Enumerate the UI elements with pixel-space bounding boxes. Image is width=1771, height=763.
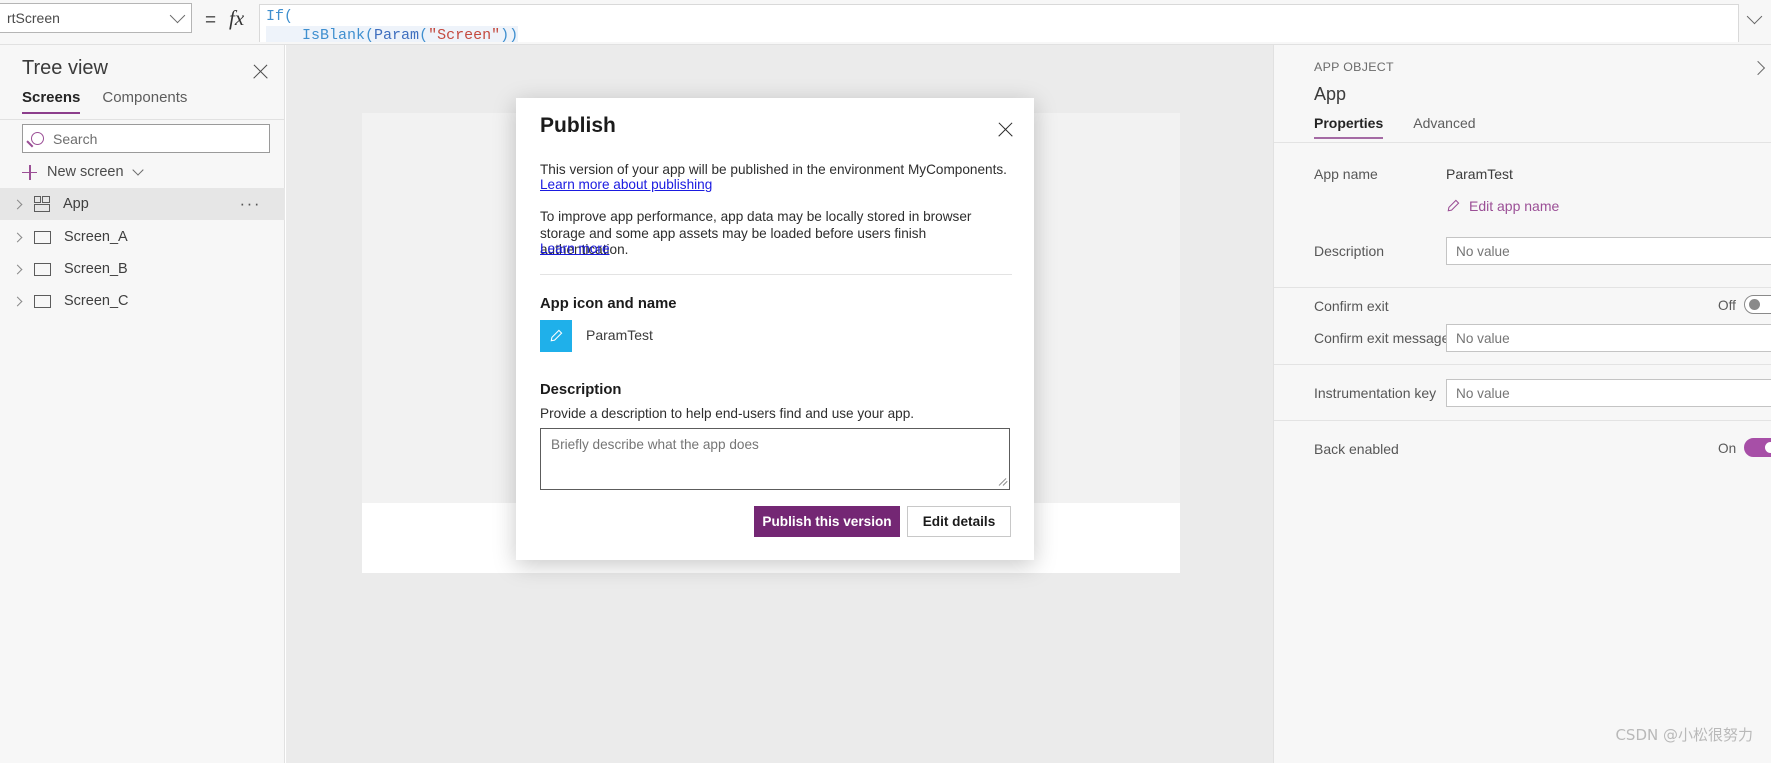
chevron-down-icon — [131, 164, 144, 176]
more-options-icon[interactable]: ··· — [240, 195, 261, 212]
formula-token-isblank: IsBlank — [302, 27, 366, 42]
formula-indent-dots — [266, 27, 302, 42]
property-label: Back enabled — [1314, 441, 1399, 457]
watermark: CSDN @小松很努力 — [1615, 726, 1753, 744]
formula-bar-collapse-icon[interactable] — [1747, 8, 1763, 24]
tree-item-label: Screen_B — [64, 261, 128, 277]
edit-app-name-link[interactable]: Edit app name — [1446, 198, 1559, 214]
panel-collapse-icon[interactable] — [1751, 61, 1765, 75]
property-label: Instrumentation key — [1314, 385, 1437, 401]
screen-icon — [34, 294, 51, 308]
chevron-right-icon[interactable] — [12, 296, 23, 306]
toggle-state-label: Off — [1718, 298, 1736, 313]
close-icon[interactable] — [252, 63, 270, 81]
back-enabled-toggle[interactable] — [1744, 438, 1771, 457]
tab-components[interactable]: Components — [102, 89, 187, 114]
app-name-text: ParamTest — [586, 327, 653, 343]
confirm-exit-message-field[interactable]: No value — [1446, 324, 1771, 352]
tree-item-screen-b[interactable]: Screen_B — [0, 253, 285, 285]
property-row-confirm-exit-message: Confirm exit message No value — [1274, 321, 1771, 359]
description-field[interactable]: No value — [1446, 237, 1771, 265]
screen-icon — [34, 262, 51, 276]
description-heading: Description — [540, 382, 622, 398]
tree-item-label: Screen_C — [64, 293, 129, 309]
app-icon-and-name-heading: App icon and name — [540, 296, 677, 312]
properties-panel: APP OBJECT ? App Properties Advanced App… — [1273, 45, 1771, 763]
chevron-right-icon[interactable] — [12, 264, 23, 274]
toggle-state-label: On — [1718, 441, 1737, 456]
property-row-description: Description No value — [1274, 234, 1771, 272]
formula-token-string: "Screen" — [428, 27, 501, 42]
tree-view-tab-divider — [0, 119, 285, 120]
tree-view-panel: Tree view Screens Components Search New … — [0, 45, 285, 763]
new-screen-label: New screen — [47, 164, 124, 180]
learn-more-link[interactable]: Learn more — [540, 241, 610, 256]
property-row-edit-app-name: Edit app name — [1274, 190, 1771, 228]
learn-more-about-publishing-link[interactable]: Learn more about publishing — [540, 177, 712, 192]
formula-token-if: If( — [266, 8, 294, 25]
properties-group-back-enabled: Back enabled On — [1274, 422, 1771, 474]
chevron-right-icon[interactable] — [12, 199, 23, 209]
properties-group-confirm-exit: Confirm exit Off Confirm exit message No… — [1274, 289, 1771, 365]
new-screen-button[interactable]: New screen — [22, 158, 144, 186]
formula-token-param: Param — [374, 27, 420, 42]
edit-details-button[interactable]: Edit details — [907, 506, 1011, 537]
tree-item-label: App — [63, 196, 89, 212]
property-value: ParamTest — [1446, 166, 1513, 182]
properties-group-identity: App name ParamTest Edit app name Descrip… — [1274, 143, 1771, 288]
tree-view-tabs: Screens Components — [22, 89, 187, 114]
properties-group-instrumentation: Instrumentation key No value — [1274, 366, 1771, 421]
fx-icon: fx — [229, 6, 245, 30]
publish-dialog: Publish This version of your app will be… — [516, 98, 1034, 560]
chevron-down-icon — [169, 7, 186, 24]
edit-app-name-label: Edit app name — [1469, 198, 1560, 214]
formula-bar: rtScreen = fx If( IsBlank(Param("Screen"… — [0, 0, 1771, 45]
instrumentation-key-field[interactable]: No value — [1446, 379, 1771, 407]
chevron-right-icon[interactable] — [12, 232, 23, 242]
description-subtitle: Provide a description to help end-users … — [540, 406, 915, 421]
pencil-icon — [550, 329, 563, 342]
app-object-name: App — [1314, 84, 1347, 104]
formula-token-paren-open: ( — [365, 27, 375, 42]
tab-screens[interactable]: Screens — [22, 89, 81, 114]
property-selector-value: rtScreen — [7, 10, 60, 26]
formula-input[interactable]: If( IsBlank(Param("Screen")) — [259, 4, 1739, 42]
tree-item-label: Screen_A — [64, 229, 128, 245]
dialog-title: Publish — [540, 114, 616, 137]
search-input[interactable]: Search — [22, 124, 270, 153]
description-textarea[interactable] — [540, 428, 1010, 490]
tree-item-screen-c[interactable]: Screen_C — [0, 285, 285, 317]
property-label: Description — [1314, 243, 1385, 259]
property-selector-dropdown[interactable]: rtScreen — [0, 3, 192, 33]
formula-token-paren-open2: ( — [419, 27, 429, 42]
formula-token-paren-close: )) — [500, 27, 519, 42]
tree-view-title: Tree view — [22, 57, 108, 79]
dialog-divider — [540, 274, 1012, 275]
app-grid-icon — [34, 196, 50, 212]
property-row-instrumentation-key: Instrumentation key No value — [1274, 376, 1771, 414]
property-row-back-enabled: Back enabled On — [1274, 432, 1771, 470]
equals-sign: = — [205, 10, 217, 31]
tree-item-app[interactable]: App ··· — [0, 188, 285, 220]
confirm-exit-toggle[interactable] — [1744, 295, 1771, 314]
search-placeholder: Search — [53, 130, 98, 147]
tree-item-screen-a[interactable]: Screen_A — [0, 221, 285, 253]
publish-this-version-button[interactable]: Publish this version — [754, 506, 900, 537]
close-icon[interactable] — [997, 121, 1014, 138]
app-icon[interactable] — [540, 320, 572, 352]
pencil-icon — [1447, 199, 1460, 212]
dialog-paragraph-performance: To improve app performance, app data may… — [540, 209, 972, 257]
property-label: Confirm exit — [1314, 298, 1389, 314]
app-object-label: APP OBJECT — [1314, 60, 1394, 74]
properties-panel-tabs: Properties Advanced — [1314, 115, 1476, 139]
screen-icon — [34, 230, 51, 244]
property-label: Confirm exit message — [1314, 330, 1450, 346]
property-label: App name — [1314, 166, 1378, 182]
plus-icon — [22, 164, 37, 180]
tab-advanced[interactable]: Advanced — [1413, 115, 1475, 139]
tab-properties[interactable]: Properties — [1314, 115, 1384, 139]
search-icon — [31, 132, 44, 145]
